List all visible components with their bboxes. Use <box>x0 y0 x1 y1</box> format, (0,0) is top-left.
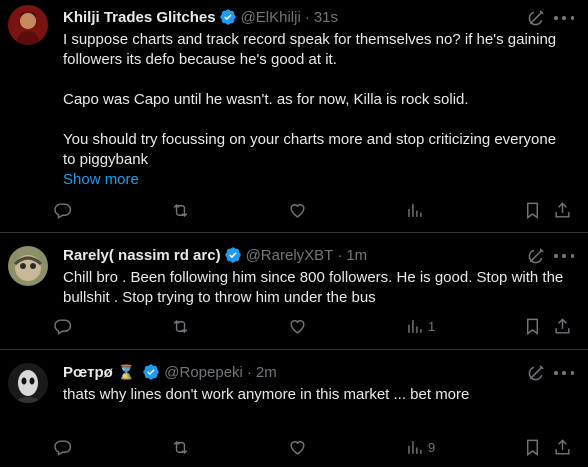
post-text: Chill bro . Been following him since 800… <box>63 269 568 306</box>
handle[interactable]: @RarelyXBT <box>246 247 334 264</box>
grok-icon[interactable] <box>526 8 546 28</box>
post-text: thats why lines don't work anymore in th… <box>63 386 470 403</box>
like-icon <box>290 204 305 218</box>
repost-button[interactable] <box>171 317 190 336</box>
post[interactable]: Rarely( nassim rd arc) @RarelyXBT · 1m C… <box>0 233 588 350</box>
reply-button[interactable] <box>53 438 72 457</box>
verified-badge-icon <box>219 9 236 25</box>
views-count: 9 <box>428 440 436 455</box>
bookmark-button[interactable] <box>523 438 542 457</box>
repost-icon <box>173 440 188 455</box>
timestamp[interactable]: 2m <box>256 364 277 381</box>
timestamp[interactable]: 31s <box>314 9 338 26</box>
repost-icon <box>173 203 188 218</box>
like-button[interactable] <box>288 317 307 336</box>
timestamp[interactable]: 1m <box>346 247 367 264</box>
views-icon <box>408 441 422 454</box>
grok-icon[interactable] <box>526 246 546 266</box>
separator-dot: · <box>337 246 343 264</box>
bookmark-icon <box>527 439 538 457</box>
reply-button[interactable] <box>53 317 72 336</box>
bookmark-button[interactable] <box>523 317 542 336</box>
more-icon[interactable] <box>554 246 574 266</box>
reply-button[interactable] <box>53 201 72 220</box>
verified-badge-icon <box>143 364 159 380</box>
views-button[interactable] <box>405 201 428 220</box>
share-icon <box>555 202 570 218</box>
post[interactable]: Khilji Trades Glitches @ElKhilji · 31s I… <box>0 0 588 233</box>
like-icon <box>290 320 305 334</box>
views-button[interactable]: 9 <box>405 438 435 457</box>
verified-badge-icon <box>224 247 241 263</box>
avatar[interactable] <box>8 5 48 45</box>
post[interactable]: Рœтрø ⌛ @Ropepeki · 2m thats why lines d… <box>0 350 588 467</box>
views-icon <box>408 204 422 217</box>
like-button[interactable] <box>288 438 307 457</box>
show-more-link[interactable]: Show more <box>63 170 572 190</box>
grok-icon[interactable] <box>526 363 546 383</box>
share-button[interactable] <box>553 317 572 336</box>
like-icon <box>290 441 305 455</box>
post-text: I suppose charts and track record speak … <box>63 31 557 168</box>
more-icon[interactable] <box>554 363 574 383</box>
action-bar: 9 <box>0 438 588 460</box>
display-name[interactable]: Рœтрø <box>63 364 113 381</box>
share-button[interactable] <box>553 438 572 457</box>
views-count: 1 <box>428 319 436 334</box>
avatar[interactable] <box>8 363 48 403</box>
share-icon <box>555 439 570 455</box>
repost-button[interactable] <box>171 438 190 457</box>
repost-icon <box>173 319 188 334</box>
handle[interactable]: @ElKhilji <box>241 9 301 26</box>
share-button[interactable] <box>553 201 572 220</box>
separator-dot: · <box>246 363 252 381</box>
like-button[interactable] <box>288 201 307 220</box>
more-icon[interactable] <box>554 8 574 28</box>
avatar[interactable] <box>8 246 48 286</box>
handle[interactable]: @Ropepeki <box>164 364 243 381</box>
bookmark-button[interactable] <box>523 201 542 220</box>
display-name[interactable]: Khilji Trades Glitches <box>63 9 216 26</box>
reply-icon <box>54 440 72 456</box>
share-icon <box>555 318 570 334</box>
repost-button[interactable] <box>171 201 190 220</box>
hourglass-icon: ⌛ <box>117 363 136 380</box>
views-icon <box>408 320 422 333</box>
action-bar <box>0 201 588 223</box>
reply-icon <box>54 203 72 219</box>
bookmark-icon <box>527 318 538 336</box>
reply-icon <box>54 319 72 335</box>
action-bar: 1 <box>0 317 588 339</box>
views-button[interactable]: 1 <box>405 317 435 336</box>
display-name[interactable]: Rarely( nassim rd arc) <box>63 247 221 264</box>
bookmark-icon <box>527 202 538 220</box>
separator-dot: · <box>304 8 310 26</box>
